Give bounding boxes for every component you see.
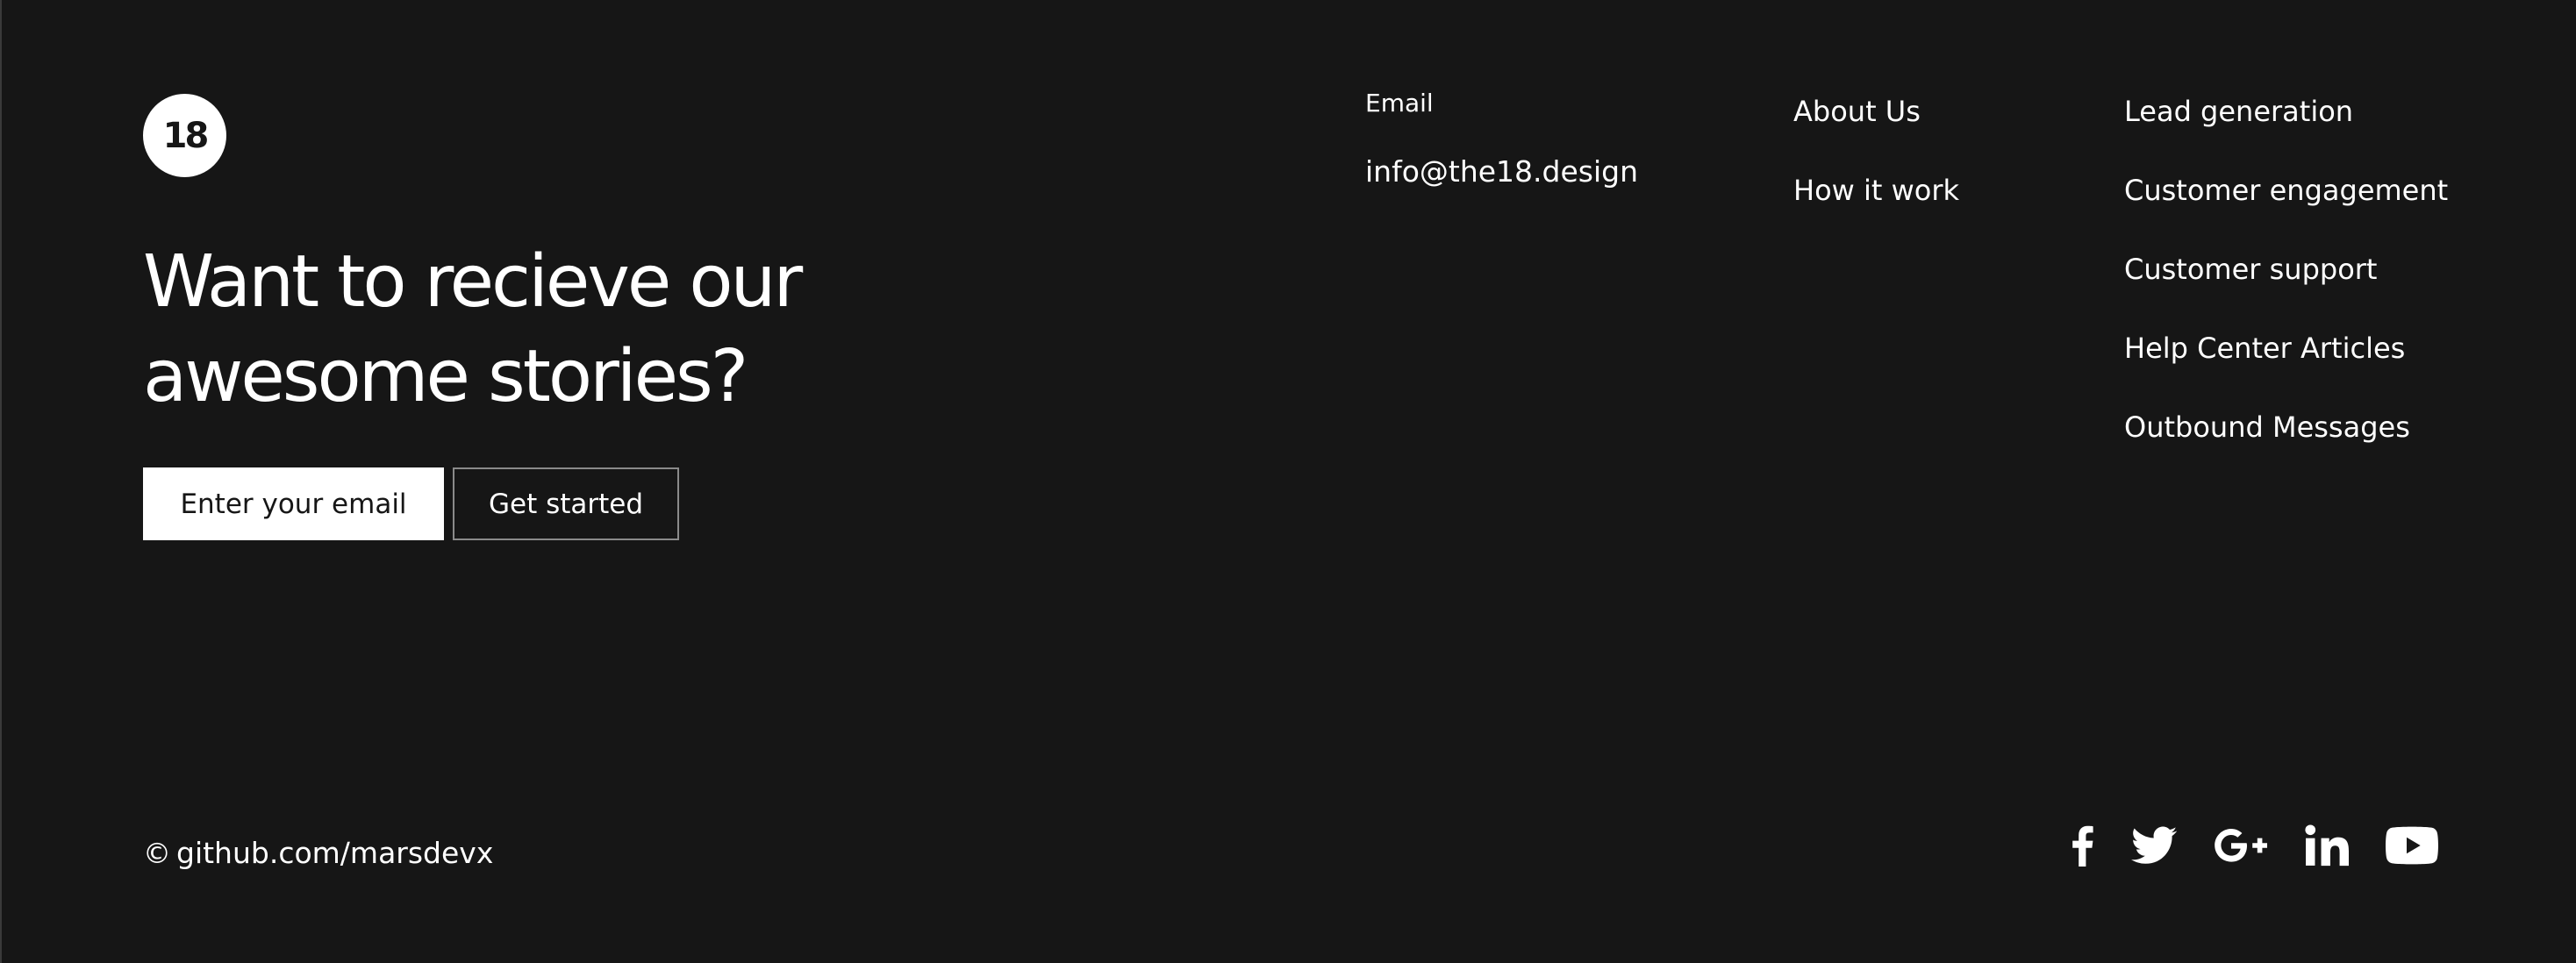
twitter-icon[interactable]	[2131, 826, 2177, 865]
link-item: Lead generation	[2124, 94, 2448, 173]
link-item: Customer engagement	[2124, 173, 2448, 252]
email-input[interactable]	[143, 467, 444, 540]
link-how-it-work[interactable]: How it work	[1793, 174, 1959, 207]
link-item: About Us	[1793, 94, 1959, 173]
link-customer-engagement[interactable]: Customer engagement	[2124, 174, 2448, 207]
link-item: Help Center Articles	[2124, 331, 2448, 410]
facebook-icon[interactable]	[2070, 824, 2094, 867]
contact-email-label: Email	[1365, 89, 1434, 118]
brand-logo[interactable]: 18	[143, 94, 226, 177]
link-item: Outbound Messages	[2124, 410, 2448, 489]
link-item: Customer support	[2124, 252, 2448, 331]
link-about-us[interactable]: About Us	[1793, 95, 1921, 128]
company-links: About Us How it work	[1793, 94, 1959, 252]
link-item: How it work	[1793, 173, 1959, 252]
newsletter-headline: Want to recieve our awesome stories?	[143, 235, 933, 424]
youtube-icon[interactable]	[2386, 826, 2438, 865]
link-lead-generation[interactable]: Lead generation	[2124, 95, 2353, 128]
copyright-link[interactable]: github.com/marsdevx	[176, 836, 493, 870]
site-footer: 18 Want to recieve our awesome stories? …	[0, 0, 2576, 963]
headline-line-1: Want to recieve our	[143, 240, 803, 324]
google-plus-icon[interactable]	[2214, 828, 2268, 863]
contact-email-link[interactable]: info@the18.design	[1365, 154, 1638, 189]
logo-text: 18	[162, 115, 210, 156]
linkedin-icon[interactable]	[2305, 824, 2349, 867]
link-help-center-articles[interactable]: Help Center Articles	[2124, 332, 2405, 365]
copyright-icon: ©	[143, 836, 171, 870]
link-outbound-messages[interactable]: Outbound Messages	[2124, 410, 2410, 444]
solution-links: Lead generation Customer engagement Cust…	[2124, 94, 2448, 489]
link-customer-support[interactable]: Customer support	[2124, 253, 2377, 286]
social-links	[2070, 824, 2438, 867]
subscribe-form: Get started	[143, 467, 679, 540]
copyright: © github.com/marsdevx	[143, 836, 493, 870]
headline-line-2: awesome stories?	[143, 335, 748, 418]
get-started-button[interactable]: Get started	[453, 467, 679, 540]
